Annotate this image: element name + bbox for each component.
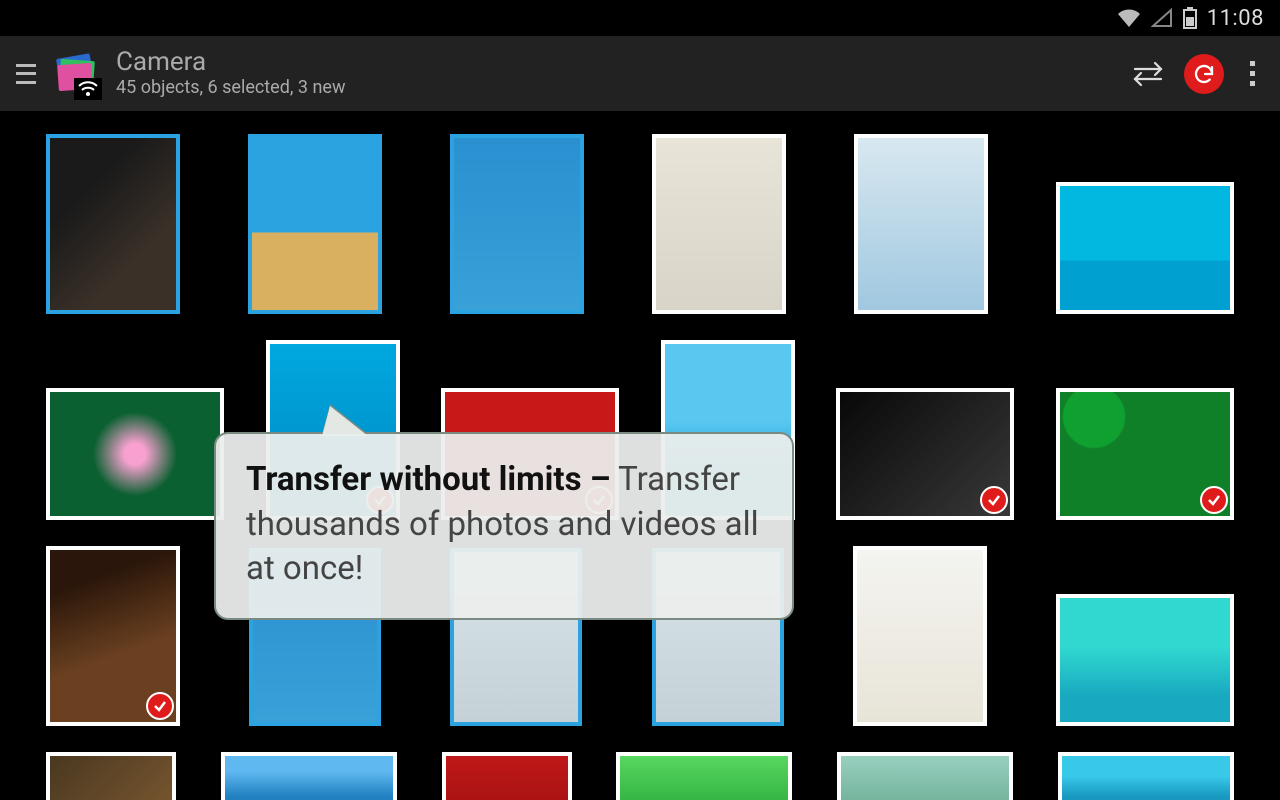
photo-thumbnail[interactable] xyxy=(1056,388,1234,520)
photo-thumbnail[interactable] xyxy=(221,752,397,800)
transfer-button[interactable] xyxy=(1128,54,1168,94)
photo-thumbnail[interactable] xyxy=(1056,182,1234,314)
page-subtitle: 45 objects, 6 selected, 3 new xyxy=(116,78,345,99)
photo-thumbnail[interactable] xyxy=(442,752,572,800)
photo-thumbnail[interactable] xyxy=(46,546,180,726)
selected-check-icon xyxy=(146,692,174,720)
photo-thumbnail[interactable] xyxy=(836,388,1014,520)
grid-row xyxy=(46,752,1234,800)
photo-thumbnail[interactable] xyxy=(1058,752,1234,800)
status-clock: 11:08 xyxy=(1207,6,1264,31)
photo-thumbnail[interactable] xyxy=(837,752,1013,800)
photo-thumbnail[interactable] xyxy=(652,134,786,314)
photo-thumbnail[interactable] xyxy=(46,752,176,800)
photo-grid: Transfer without limits – Transfer thous… xyxy=(0,112,1280,800)
app-icon[interactable] xyxy=(52,50,100,98)
photo-thumbnail[interactable] xyxy=(1056,594,1234,726)
app-action-bar: Camera 45 objects, 6 selected, 3 new xyxy=(0,36,1280,112)
selected-check-icon xyxy=(1200,486,1228,514)
grid-row xyxy=(46,134,1234,314)
menu-icon[interactable] xyxy=(16,64,36,84)
sync-button[interactable] xyxy=(1184,54,1224,94)
wifi-icon xyxy=(1117,8,1141,28)
photo-thumbnail[interactable] xyxy=(616,752,792,800)
photo-thumbnail[interactable] xyxy=(450,134,584,314)
battery-icon xyxy=(1183,7,1197,29)
page-title: Camera xyxy=(116,48,345,78)
callout-headline: Transfer without limits – xyxy=(246,460,611,499)
cell-signal-icon xyxy=(1151,8,1173,28)
photo-thumbnail[interactable] xyxy=(853,546,987,726)
photo-thumbnail[interactable] xyxy=(46,388,224,520)
photo-thumbnail[interactable] xyxy=(248,134,382,314)
photo-thumbnail[interactable] xyxy=(46,134,180,314)
title-block: Camera 45 objects, 6 selected, 3 new xyxy=(116,48,345,99)
system-status-bar: 11:08 xyxy=(0,0,1280,36)
promo-callout: Transfer without limits – Transfer thous… xyxy=(214,432,794,620)
photo-thumbnail[interactable] xyxy=(854,134,988,314)
overflow-menu-button[interactable] xyxy=(1240,61,1264,86)
